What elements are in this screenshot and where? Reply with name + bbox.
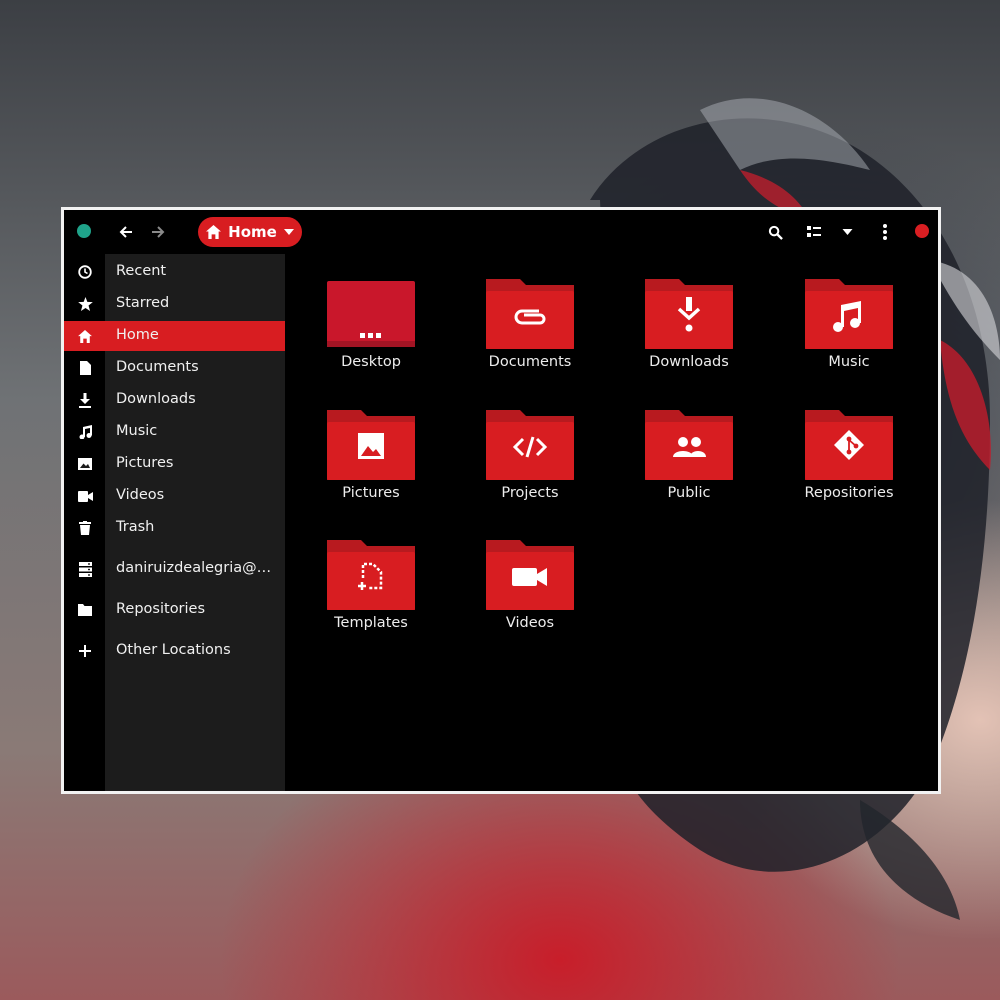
video-folder-icon bbox=[486, 540, 574, 610]
sidebar-item-starred[interactable]: Starred bbox=[64, 289, 285, 319]
music-folder-icon bbox=[805, 279, 893, 349]
file-item-label: Downloads bbox=[649, 354, 729, 370]
search-icon bbox=[768, 225, 783, 240]
sidebar-item-label: Videos bbox=[116, 487, 165, 503]
git-folder-icon bbox=[805, 410, 893, 480]
sidebar-item-label: Documents bbox=[116, 359, 199, 375]
trash-icon bbox=[74, 520, 96, 536]
sidebar-item-label: Other Locations bbox=[116, 642, 231, 658]
clock-icon bbox=[74, 264, 96, 280]
back-arrow-icon bbox=[119, 226, 132, 238]
document-icon bbox=[74, 360, 96, 376]
file-item-public[interactable]: Public bbox=[605, 390, 755, 505]
file-item-videos[interactable]: Videos bbox=[446, 520, 596, 635]
image-icon bbox=[74, 456, 96, 472]
sidebar-item-pictures[interactable]: Pictures bbox=[64, 449, 285, 479]
file-item-label: Public bbox=[667, 485, 711, 501]
file-item-label: Documents bbox=[488, 354, 572, 370]
file-item-pictures[interactable]: Pictures bbox=[287, 390, 437, 505]
file-item-label: Projects bbox=[501, 485, 559, 501]
sidebar-item-label: Downloads bbox=[116, 391, 196, 407]
path-bar-home[interactable]: Home bbox=[198, 217, 302, 247]
people-folder-icon bbox=[645, 410, 733, 480]
sidebar-item-other-locations[interactable]: Other Locations bbox=[64, 636, 285, 666]
file-item-documents[interactable]: Documents bbox=[446, 259, 596, 374]
home-icon bbox=[74, 328, 96, 344]
sidebar-item-label: Home bbox=[116, 327, 159, 343]
sidebar-item-videos[interactable]: Videos bbox=[64, 481, 285, 511]
file-item-projects[interactable]: Projects bbox=[446, 390, 596, 505]
star-icon bbox=[74, 296, 96, 312]
folder-icon bbox=[74, 602, 96, 618]
paperclip-folder-icon bbox=[486, 279, 574, 349]
file-grid: Desktop Documents Downloads Music Pictur… bbox=[285, 254, 938, 791]
file-item-repositories[interactable]: Repositories bbox=[765, 390, 915, 505]
file-item-downloads[interactable]: Downloads bbox=[605, 259, 755, 374]
file-item-label: Desktop bbox=[341, 354, 401, 370]
sidebar-item-documents[interactable]: Documents bbox=[64, 353, 285, 383]
file-item-desktop[interactable]: Desktop bbox=[287, 259, 437, 374]
sidebar-item-music[interactable]: Music bbox=[64, 417, 285, 447]
chevron-down-icon bbox=[842, 229, 852, 235]
server-icon bbox=[74, 561, 96, 577]
file-item-label: Music bbox=[828, 354, 870, 370]
download-folder-icon bbox=[645, 279, 733, 349]
back-button[interactable] bbox=[112, 218, 140, 246]
desktop-folder-icon bbox=[327, 281, 415, 347]
status-dot-green[interactable] bbox=[77, 224, 91, 238]
sidebar-item-label: Recent bbox=[116, 263, 167, 279]
image-folder-icon bbox=[327, 410, 415, 480]
template-folder-icon bbox=[327, 540, 415, 610]
file-item-label: Templates bbox=[334, 615, 408, 631]
code-folder-icon bbox=[486, 410, 574, 480]
file-item-label: Pictures bbox=[342, 485, 400, 501]
file-item-label: Videos bbox=[505, 615, 555, 631]
forward-arrow-icon bbox=[152, 226, 165, 238]
sidebar-item-trash[interactable]: Trash bbox=[64, 513, 285, 543]
file-item-templates[interactable]: Templates bbox=[287, 520, 437, 635]
menu-button[interactable] bbox=[871, 218, 899, 246]
sidebar-item-downloads[interactable]: Downloads bbox=[64, 385, 285, 415]
chevron-down-icon bbox=[283, 229, 294, 235]
sidebar-item-label: Music bbox=[116, 423, 158, 439]
file-item-music[interactable]: Music bbox=[765, 259, 915, 374]
sidebar-item-network-server[interactable]: daniruizdealegria@… bbox=[64, 554, 285, 584]
video-camera-icon bbox=[74, 488, 96, 504]
music-note-icon bbox=[74, 424, 96, 440]
sidebar-item-home[interactable]: Home bbox=[64, 321, 285, 351]
file-manager-window: Home Recent Starred Home Documents Downl… bbox=[61, 207, 941, 794]
sidebar-item-label: Starred bbox=[116, 295, 170, 311]
download-icon bbox=[74, 392, 96, 408]
file-item-label: Repositories bbox=[804, 485, 894, 501]
plus-icon bbox=[74, 643, 96, 659]
view-options-button[interactable] bbox=[800, 218, 828, 246]
sidebar-item-recent[interactable]: Recent bbox=[64, 257, 285, 287]
sidebar-item-label: Trash bbox=[116, 519, 155, 535]
sidebar-item-label: Pictures bbox=[116, 455, 174, 471]
view-dropdown-button[interactable] bbox=[833, 218, 861, 246]
search-button[interactable] bbox=[761, 218, 789, 246]
view-options-icon bbox=[807, 226, 821, 237]
headerbar: Home bbox=[64, 210, 938, 254]
sidebar-item-label: Repositories bbox=[116, 601, 206, 617]
close-dot[interactable] bbox=[915, 224, 929, 238]
sidebar-item-label: daniruizdealegria@… bbox=[116, 560, 272, 576]
home-icon bbox=[206, 225, 222, 239]
menu-dots-icon bbox=[883, 224, 887, 240]
path-label: Home bbox=[228, 223, 277, 241]
sidebar-item-repositories[interactable]: Repositories bbox=[64, 595, 285, 625]
forward-button[interactable] bbox=[144, 218, 172, 246]
